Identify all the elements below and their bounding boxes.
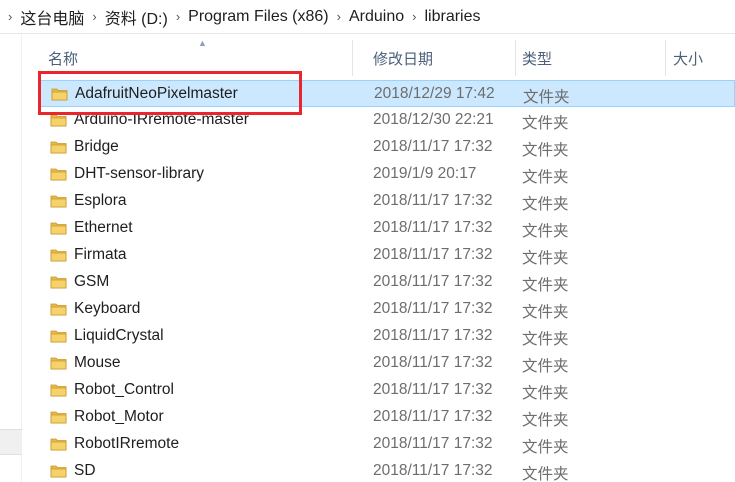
file-row[interactable]: Robot_Motor 2018/11/17 17:32 文件夹 — [38, 404, 735, 431]
file-type: 文件夹 — [522, 223, 569, 240]
file-type: 文件夹 — [522, 196, 569, 213]
folder-icon — [50, 167, 67, 181]
folder-icon — [50, 329, 67, 343]
address-bar[interactable]: › 这台电脑 › 资料 (D:) › Program Files (x86) ›… — [0, 0, 735, 34]
breadcrumb-chevron-icon[interactable]: › — [329, 9, 349, 24]
folder-icon — [50, 248, 67, 262]
file-name: Keyboard — [74, 300, 141, 317]
file-row[interactable]: Mouse 2018/11/17 17:32 文件夹 — [38, 350, 735, 377]
file-date-modified: 2018/11/17 17:32 — [373, 435, 493, 452]
file-date-modified: 2018/11/17 17:32 — [373, 246, 493, 263]
file-type: 文件夹 — [522, 142, 569, 159]
file-row[interactable]: Ethernet 2018/11/17 17:32 文件夹 — [38, 215, 735, 242]
sort-ascending-icon: ▲ — [198, 38, 207, 48]
file-date-modified: 2018/11/17 17:32 — [373, 327, 493, 344]
file-row[interactable]: Firmata 2018/11/17 17:32 文件夹 — [38, 242, 735, 269]
file-name: Ethernet — [74, 219, 133, 236]
column-header-date[interactable]: 修改日期 — [373, 48, 433, 69]
file-date-modified: 2018/12/29 17:42 — [374, 85, 495, 102]
file-name: Robot_Motor — [74, 408, 164, 425]
breadcrumb-this-pc[interactable]: 这台电脑 — [20, 5, 84, 29]
file-date-modified: 2018/11/17 17:32 — [373, 138, 493, 155]
file-type: 文件夹 — [522, 250, 569, 267]
column-header-name[interactable]: 名称 — [48, 48, 78, 69]
file-row[interactable]: DHT-sensor-library 2019/1/9 20:17 文件夹 — [38, 161, 735, 188]
folder-icon — [50, 464, 67, 478]
file-name: Firmata — [74, 246, 127, 263]
column-header-size[interactable]: 大小 — [673, 48, 703, 69]
file-name: RobotIRremote — [74, 435, 180, 452]
annotation-highlight-box — [38, 71, 302, 115]
file-date-modified: 2018/11/17 17:32 — [373, 381, 493, 398]
file-type: 文件夹 — [522, 169, 569, 186]
folder-icon — [50, 194, 67, 208]
file-type: 文件夹 — [522, 385, 569, 402]
folder-icon — [50, 113, 67, 127]
file-type: 文件夹 — [522, 466, 569, 482]
file-name: GSM — [74, 273, 110, 290]
file-date-modified: 2018/11/17 17:32 — [373, 273, 493, 290]
file-list: AdafruitNeoPixelmaster 2018/12/29 17:42 文件… — [38, 80, 735, 482]
folder-icon — [50, 140, 67, 154]
file-name: LiquidCrystal — [74, 327, 164, 344]
file-date-modified: 2018/11/17 17:32 — [373, 354, 493, 371]
file-type: 文件夹 — [523, 89, 570, 106]
folder-icon — [50, 356, 67, 370]
file-date-modified: 2018/11/17 17:32 — [373, 408, 493, 425]
file-name: Mouse — [74, 354, 121, 371]
file-date-modified: 2018/11/17 17:32 — [373, 300, 493, 317]
file-type: 文件夹 — [522, 304, 569, 321]
column-header-type[interactable]: 类型 — [522, 48, 552, 69]
folder-icon — [50, 437, 67, 451]
file-type: 文件夹 — [522, 277, 569, 294]
breadcrumb-chevron-icon[interactable]: › — [404, 9, 424, 24]
file-type: 文件夹 — [522, 331, 569, 348]
file-row[interactable]: Keyboard 2018/11/17 17:32 文件夹 — [38, 296, 735, 323]
file-date-modified: 2018/11/17 17:32 — [373, 219, 493, 236]
folder-icon — [50, 302, 67, 316]
breadcrumb-chevron-icon[interactable]: › — [84, 9, 104, 24]
column-divider[interactable] — [665, 40, 666, 76]
file-name: DHT-sensor-library — [74, 165, 205, 182]
file-type: 文件夹 — [522, 115, 569, 132]
file-type: 文件夹 — [522, 412, 569, 429]
navigation-pane-scrollbar[interactable] — [0, 429, 22, 455]
folder-icon — [50, 383, 67, 397]
folder-icon — [50, 275, 67, 289]
file-date-modified: 2018/11/17 17:32 — [373, 462, 493, 479]
folder-icon — [50, 410, 67, 424]
breadcrumb-arduino[interactable]: Arduino — [349, 8, 404, 26]
file-date-modified: 2018/11/17 17:32 — [373, 192, 493, 209]
file-date-modified: 2019/1/9 20:17 — [373, 165, 477, 182]
breadcrumb-chevron-icon[interactable]: › — [168, 9, 188, 24]
file-name: Esplora — [74, 192, 127, 209]
file-date-modified: 2018/12/30 22:21 — [373, 111, 494, 128]
file-row[interactable]: GSM 2018/11/17 17:32 文件夹 — [38, 269, 735, 296]
navigation-pane[interactable] — [0, 34, 22, 482]
file-name: SD — [74, 462, 96, 479]
file-type: 文件夹 — [522, 358, 569, 375]
file-row[interactable]: LiquidCrystal 2018/11/17 17:32 文件夹 — [38, 323, 735, 350]
file-name: Bridge — [74, 138, 119, 155]
column-divider[interactable] — [352, 40, 353, 76]
breadcrumb-chevron-icon[interactable]: › — [0, 9, 20, 24]
breadcrumb-drive-d[interactable]: 资料 (D:) — [105, 5, 168, 29]
file-row[interactable]: Esplora 2018/11/17 17:32 文件夹 — [38, 188, 735, 215]
breadcrumb-libraries[interactable]: libraries — [424, 8, 480, 26]
column-divider[interactable] — [515, 40, 516, 76]
file-row[interactable]: RobotIRremote 2018/11/17 17:32 文件夹 — [38, 431, 735, 458]
file-row[interactable]: Bridge 2018/11/17 17:32 文件夹 — [38, 134, 735, 161]
file-row[interactable]: Robot_Control 2018/11/17 17:32 文件夹 — [38, 377, 735, 404]
file-type: 文件夹 — [522, 439, 569, 456]
breadcrumb-program-files[interactable]: Program Files (x86) — [188, 8, 328, 26]
file-name: Robot_Control — [74, 381, 174, 398]
folder-icon — [50, 221, 67, 235]
file-row[interactable]: SD 2018/11/17 17:32 文件夹 — [38, 458, 735, 482]
